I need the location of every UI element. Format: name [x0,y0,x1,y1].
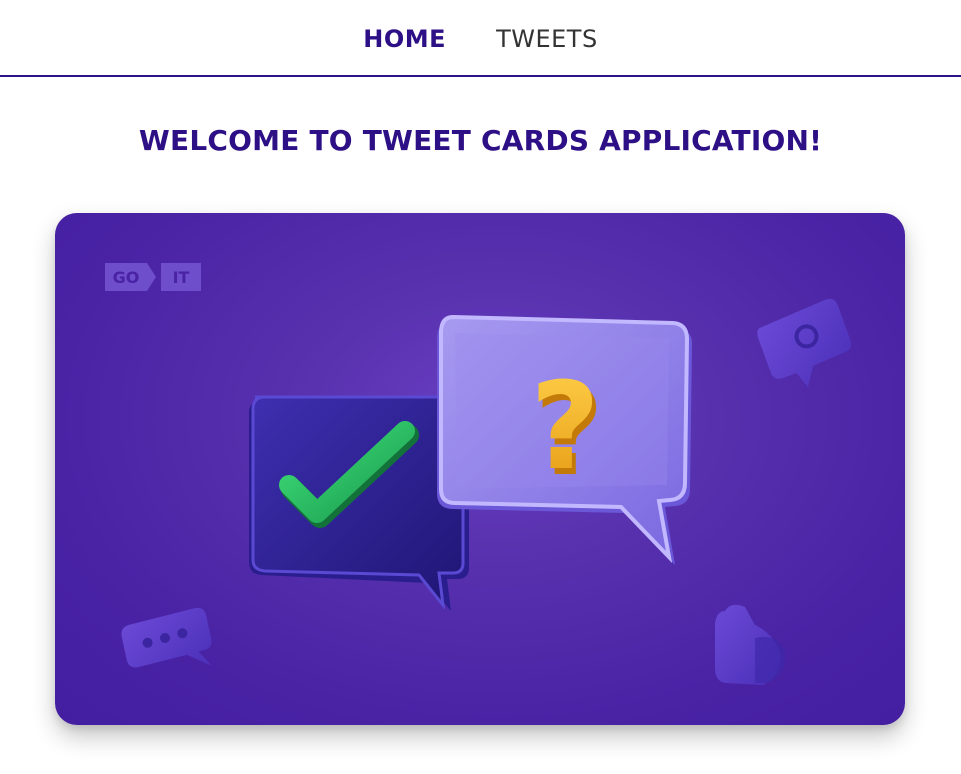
nav-link-home[interactable]: HOME [363,23,446,53]
logo-go-text: GO [112,267,140,287]
page-title: WELCOME TO TWEET CARDS APPLICATION! [138,124,823,157]
question-bubble-icon: ? ? [437,314,693,565]
goit-logo: GO IT [105,263,201,291]
chat-dots-icon [121,607,212,668]
logo-go-block: GO [105,263,156,291]
checkmark-bubble-icon [249,395,469,611]
logo-it-text: IT [172,267,190,287]
logo-it-block: IT [161,263,201,291]
comment-icon [757,298,852,387]
heart-icon [715,604,786,685]
nav-link-tweets[interactable]: TWEETS [496,23,598,53]
svg-text:?: ? [530,358,600,497]
main-nav: HOME TWEETS [0,0,961,77]
hero-banner: ? ? GO IT [55,213,905,725]
